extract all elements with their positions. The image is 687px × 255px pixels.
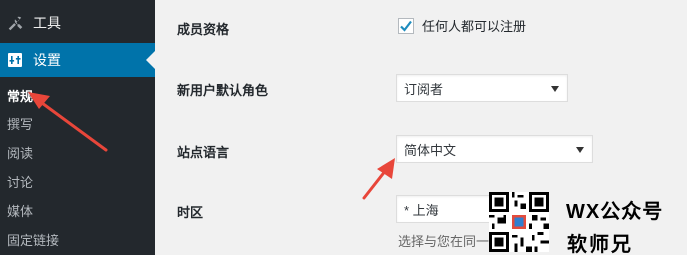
default-role-select[interactable]: 订阅者 [396,74,568,102]
menu-item-settings[interactable]: 设置 [0,43,155,77]
timezone-label: 时区 [177,205,204,220]
wrench-icon [6,14,24,32]
site-language-value: 简体中文 [404,142,457,158]
submenu-item-permalinks[interactable]: 固定链接 [0,226,155,255]
site-language-select[interactable]: 简体中文 [396,135,593,163]
timezone-select[interactable]: * 上海 [396,195,492,223]
default-role-label: 新用户默认角色 [177,83,269,98]
chevron-down-icon [551,86,559,92]
qr-code-image [489,192,549,252]
timezone-value: * 上海 [404,202,439,218]
submenu-item-media[interactable]: 媒体 [0,197,155,226]
settings-sliders-icon [6,51,24,69]
default-role-value: 订阅者 [404,81,444,97]
settings-submenu: 常规 撰写 阅读 讨论 媒体 固定链接 [0,83,155,255]
menu-item-tools[interactable]: 工具 [0,6,155,40]
chevron-down-icon [576,147,584,153]
menu-label-tools: 工具 [33,15,61,31]
anyone-can-register-label[interactable]: 任何人都可以注册 [422,16,526,35]
submenu-item-discussion[interactable]: 讨论 [0,168,155,197]
anyone-can-register-checkbox[interactable] [398,17,414,34]
submenu-item-writing[interactable]: 撰写 [0,110,155,139]
submenu-item-reading[interactable]: 阅读 [0,139,155,168]
watermark-line1: WX公众号 [566,201,664,223]
menu-label-settings: 设置 [33,52,61,68]
timezone-hint: 选择与您在同一 [398,234,490,249]
admin-sidebar: 工具 设置 常规 撰写 阅读 讨论 媒体 固定链接 [0,0,155,255]
membership-label: 成员资格 [177,22,230,37]
current-menu-arrow [146,51,155,69]
watermark-line2: 软师兄 [567,234,633,255]
submenu-item-general[interactable]: 常规 [0,83,155,110]
checkmark-icon [400,20,412,32]
membership-option[interactable]: 任何人都可以注册 [398,16,526,35]
site-language-label: 站点语言 [177,145,230,160]
